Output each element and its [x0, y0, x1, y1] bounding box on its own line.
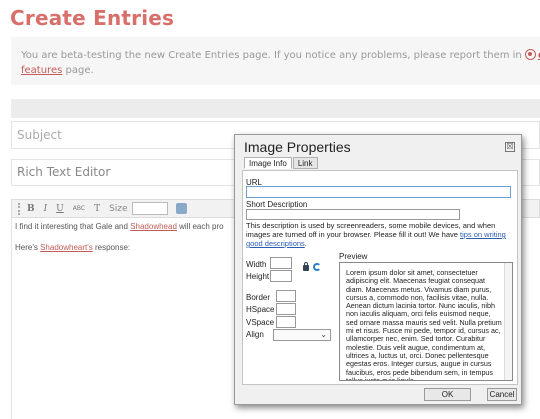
beta-notice: You are beta-testing the new Create Entr…: [11, 37, 540, 85]
vspace-input[interactable]: [276, 316, 296, 328]
url-input[interactable]: [246, 186, 511, 198]
text-color-button[interactable]: T: [94, 204, 100, 214]
close-icon[interactable]: ☒: [505, 142, 515, 152]
width-input[interactable]: [270, 257, 292, 269]
description-help-text: This description is used by screenreader…: [246, 221, 506, 248]
tab-image-info[interactable]: Image Info: [244, 157, 292, 169]
width-label: Width: [246, 260, 267, 269]
preview-scrollbar[interactable]: [504, 263, 512, 380]
features-link[interactable]: features: [21, 65, 62, 76]
hspace-input[interactable]: [276, 303, 296, 315]
italic-button[interactable]: I: [44, 204, 48, 214]
align-label: Align: [246, 330, 264, 339]
height-label: Height: [246, 272, 270, 281]
image-info-panel: URL Short Description This description i…: [242, 170, 518, 385]
height-input[interactable]: [270, 270, 292, 282]
preview-text: Lorem ipsum dolor sit amet, consectetuer…: [346, 268, 502, 381]
notice-tail: page.: [62, 65, 94, 76]
preview-label: Preview: [339, 252, 368, 261]
strikethrough-button[interactable]: ABC: [73, 205, 85, 212]
notice-text: You are beta-testing the new Create Entr…: [21, 50, 522, 61]
size-label: Size: [109, 203, 128, 214]
user-link-shadowhead[interactable]: Shadowhead: [130, 222, 177, 231]
lock-ratio-icon[interactable]: [303, 262, 309, 271]
user-link-shadowheart[interactable]: Shadowheart's: [40, 243, 93, 252]
reset-size-icon[interactable]: [313, 263, 321, 271]
short-description-input[interactable]: [246, 209, 460, 220]
image-properties-dialog: Image Properties ☒ Image Info Link URL S…: [234, 134, 522, 405]
underline-button[interactable]: U: [56, 204, 64, 214]
toolbar-grip-icon: [18, 202, 21, 215]
hspace-label: HSpace: [246, 305, 275, 314]
tab-link[interactable]: Link: [292, 157, 318, 169]
chevron-down-icon: ⌄: [320, 330, 327, 339]
short-description-label: Short Description: [246, 200, 308, 209]
border-input[interactable]: [276, 290, 296, 302]
vspace-label: VSpace: [246, 318, 275, 327]
dialog-tabs: Image Info Link: [244, 157, 319, 169]
size-select[interactable]: [131, 202, 168, 215]
user-icon: [524, 49, 536, 60]
section-divider-bar: [11, 99, 540, 118]
bold-button[interactable]: B: [27, 204, 35, 214]
page-title: Create Entries: [10, 6, 175, 30]
image-icon[interactable]: [175, 203, 187, 214]
ok-button[interactable]: OK: [424, 388, 471, 401]
border-label: Border: [246, 293, 271, 302]
dialog-title: Image Properties: [244, 139, 351, 155]
preview-box: Lorem ipsum dolor sit amet, consectetuer…: [339, 262, 513, 381]
cancel-button[interactable]: Cancel: [487, 388, 517, 401]
align-select[interactable]: ⌄: [273, 329, 331, 341]
